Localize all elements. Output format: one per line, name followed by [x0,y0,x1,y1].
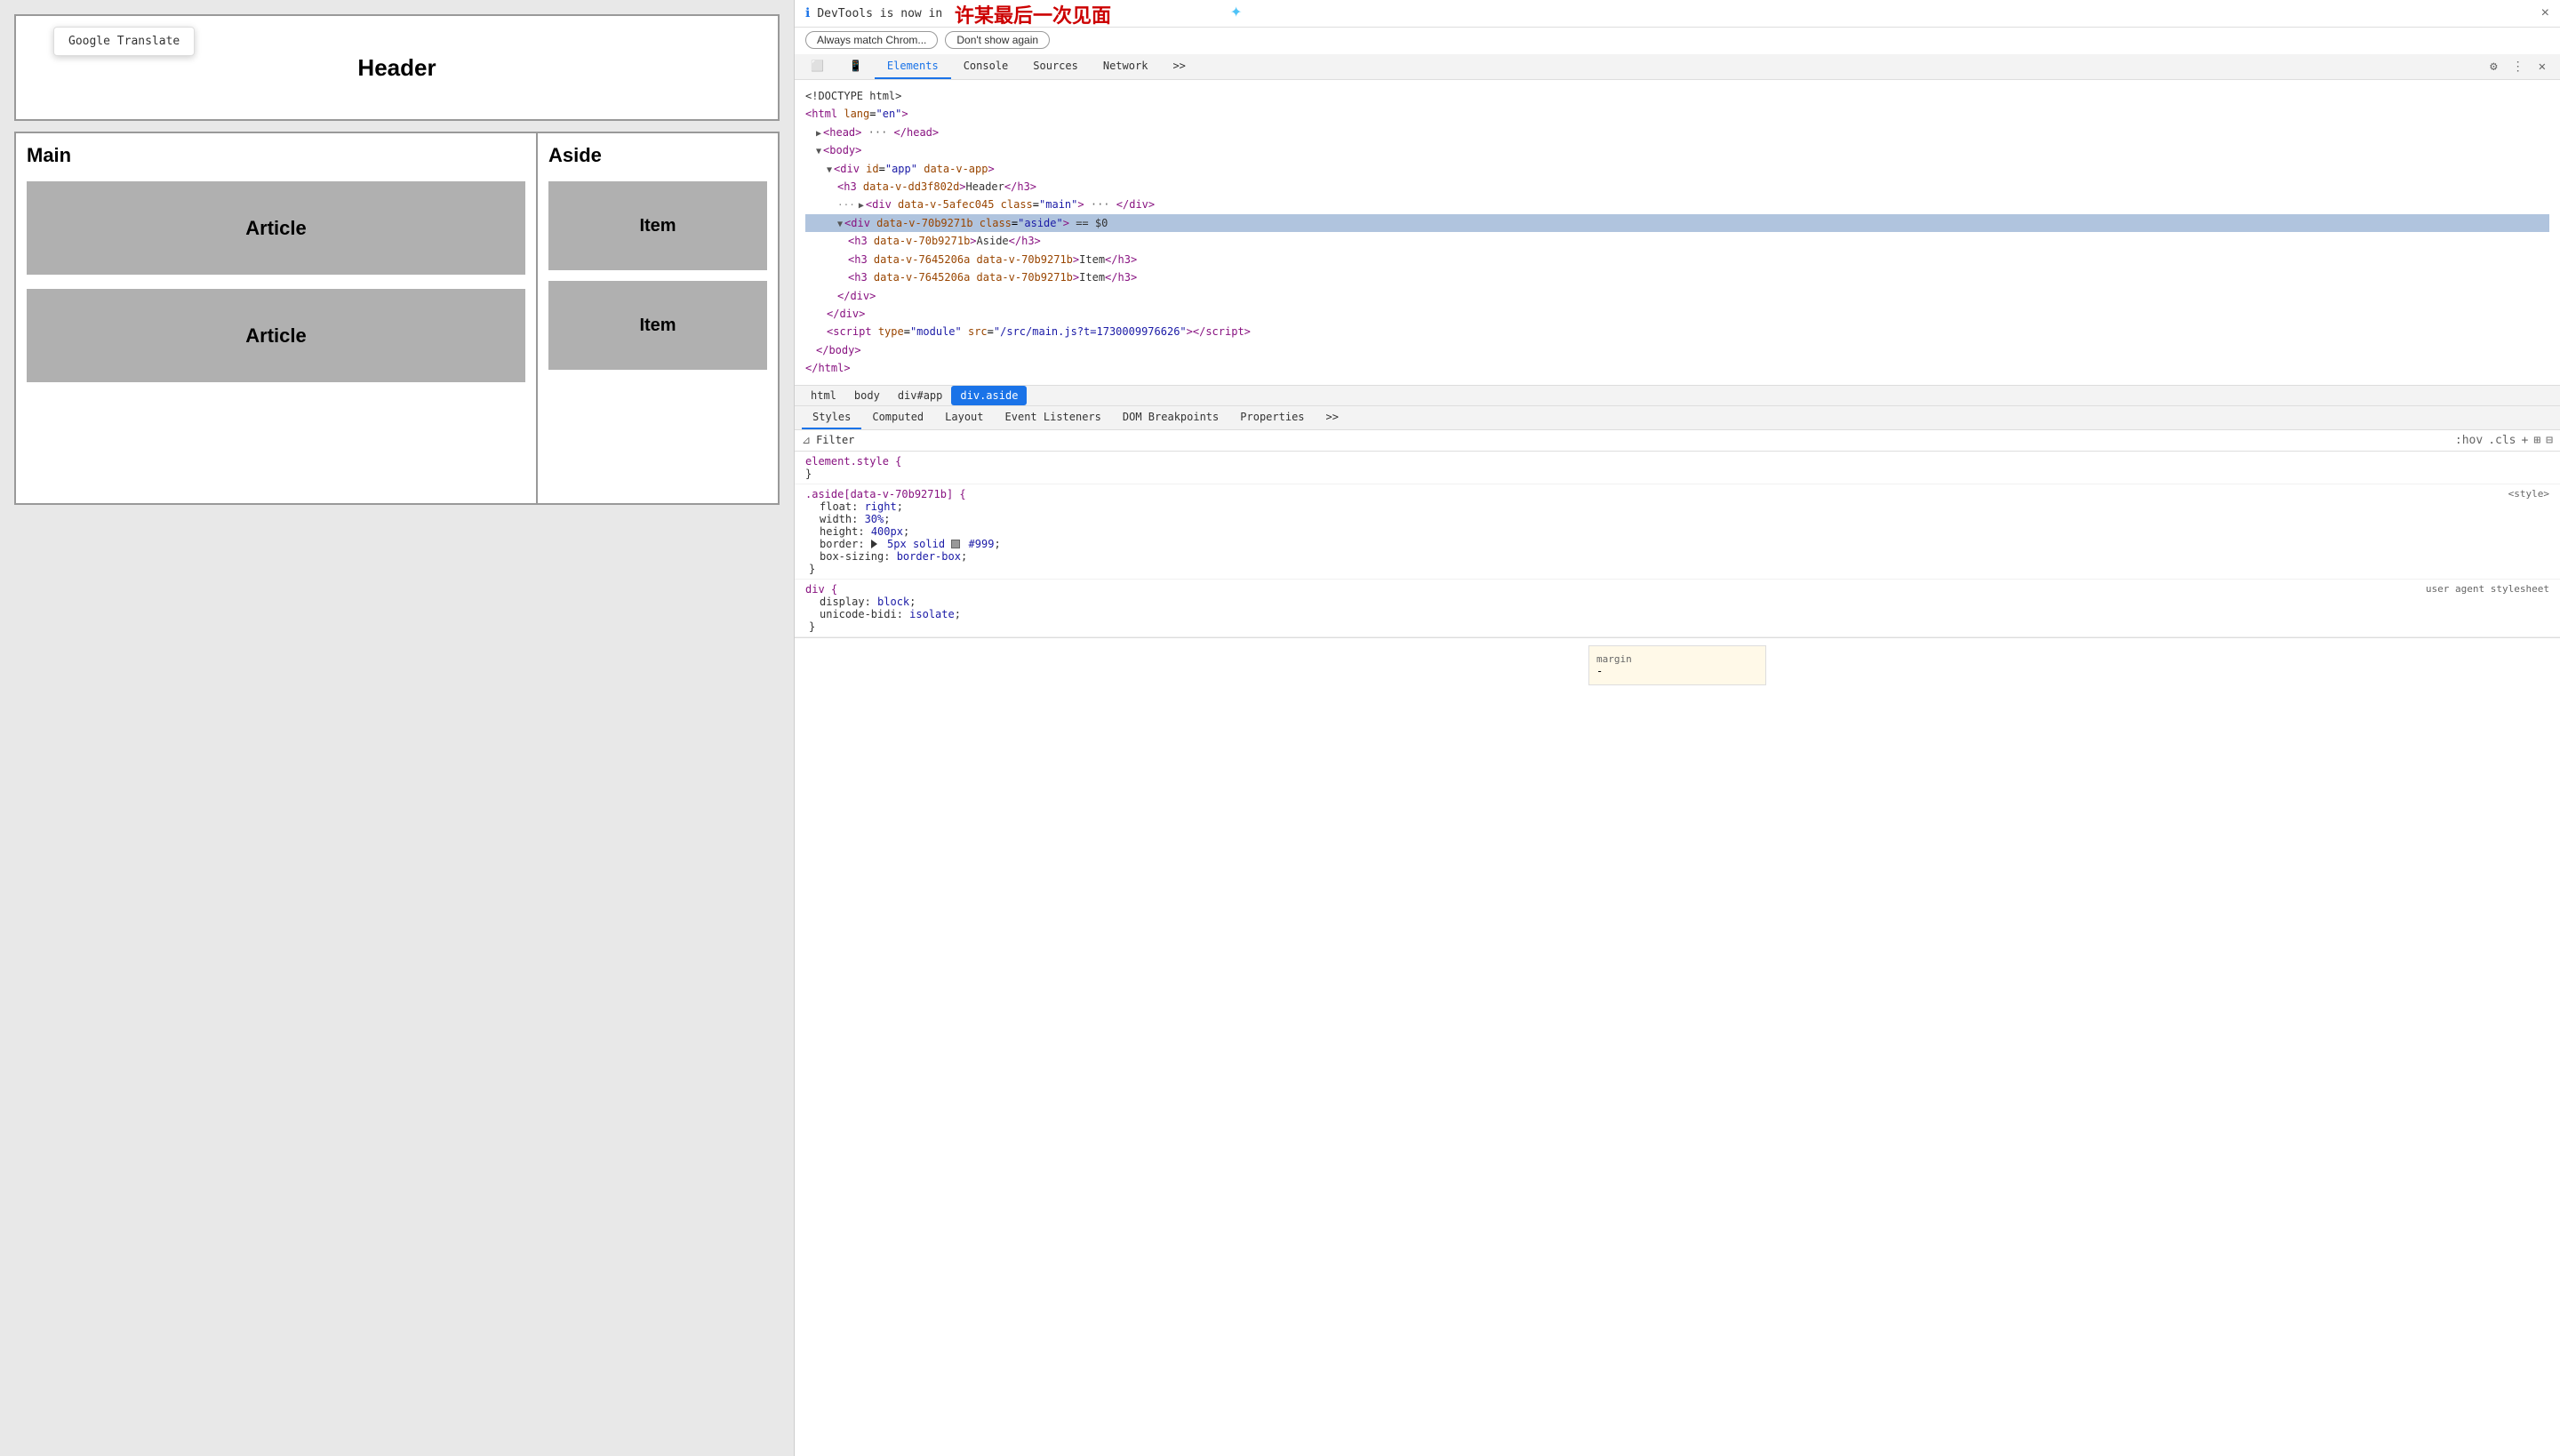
box-model-value: - [1596,665,1603,677]
tab-cursor[interactable]: ⬜ [798,54,836,79]
tree-html[interactable]: <html lang="en"> [805,105,2549,123]
notification-close-button[interactable]: × [2541,5,2549,21]
styles-tabs-bar: Styles Computed Layout Event Listeners D… [795,406,2560,430]
box-model-row: - [1596,665,1758,677]
box-model-container: margin - [1588,645,1766,685]
tree-html-close: </html> [805,359,2549,377]
preview-aside: Aside Item Item [538,133,778,503]
tree-h3-header[interactable]: <h3 data-v-dd3f802d>Header</h3> [805,178,2549,196]
breadcrumb-html[interactable]: html [802,386,845,405]
tree-h3-item1[interactable]: <h3 data-v-7645206a data-v-70b9271b>Item… [805,251,2549,268]
css-block-div: div { user agent stylesheet display: blo… [795,580,2560,637]
css-source-aside[interactable]: <style> [2508,488,2549,500]
css-source-ua: user agent stylesheet [2426,583,2549,595]
tree-h3-item2[interactable]: <h3 data-v-7645206a data-v-70b9271b>Item… [805,268,2549,286]
breadcrumb-div-aside[interactable]: div.aside [951,386,1027,405]
hov-button[interactable]: :hov [2455,434,2483,447]
preview-panel: Header Main Article Article Aside Item I… [0,0,794,1456]
tab-console[interactable]: Console [951,54,1021,79]
chinese-banner-text: 许某最后一次见面 [955,0,1111,28]
box-model-margin-label: margin [1596,653,1758,665]
preview-item-1: Item [548,181,767,270]
star-icon: ✦ [1230,0,1242,22]
tab-event-listeners[interactable]: Event Listeners [995,406,1112,429]
tab-dom-breakpoints[interactable]: DOM Breakpoints [1112,406,1229,429]
styles-panel: Styles Computed Layout Event Listeners D… [795,406,2560,1456]
tree-doctype: <!DOCTYPE html> [805,87,2549,105]
devtools-toolbar-icons: ⚙ ⋮ ✕ [2486,56,2556,77]
tree-h3-aside[interactable]: <h3 data-v-70b9271b>Aside</h3> [805,232,2549,250]
styles-filter-bar: ⊿ Filter :hov .cls + ⊞ ⊟ [795,430,2560,452]
color-swatch-border[interactable] [951,540,960,548]
css-prop-height[interactable]: height: 400px; [820,525,2549,538]
breadcrumb-bar: html body div#app div.aside [795,386,2560,406]
tab-layout[interactable]: Layout [934,406,994,429]
css-prop-unicode-bidi[interactable]: unicode-bidi: isolate; [820,608,2549,620]
tab-network[interactable]: Network [1091,54,1161,79]
always-match-button[interactable]: Always match Chrom... [805,31,938,49]
preview-main: Main Article Article [16,133,538,503]
tab-computed[interactable]: Computed [861,406,934,429]
tree-div-aside-close: </div> [805,287,2549,305]
css-selector-aside[interactable]: .aside[data-v-70b9271b] { [805,488,966,500]
tab-device[interactable]: 📱 [836,54,875,79]
preview-main-title: Main [27,144,525,167]
devtools-main-tabs: ⬜ 📱 Elements Console Sources Network >> … [795,54,2560,80]
devtools-notification: ℹ DevTools is now in 许某最后一次见面 ✦ × [795,0,2560,28]
tree-div-app[interactable]: ▼<div id="app" data-v-app> [805,160,2549,178]
tree-body-close: </body> [805,341,2549,359]
info-icon: ℹ [805,6,810,20]
breadcrumb-div-app[interactable]: div#app [889,386,952,405]
css-block-element-style: element.style { } [795,452,2560,484]
css-prop-float[interactable]: float: right; [820,500,2549,513]
preview-aside-title: Aside [548,144,767,167]
devtools-panel: ℹ DevTools is now in 许某最后一次见面 ✦ × Always… [794,0,2560,1456]
css-prop-width[interactable]: width: 30%; [820,513,2549,525]
tab-elements[interactable]: Elements [875,54,951,79]
tab-more[interactable]: >> [1160,54,1197,79]
cls-button[interactable]: .cls [2488,434,2516,447]
tab-properties[interactable]: Properties [1229,406,1315,429]
css-prop-display[interactable]: display: block; [820,596,2549,608]
filter-label: Filter [816,434,854,446]
preview-item-2: Item [548,281,767,370]
filter-funnel-icon: ⊿ [802,434,811,446]
preview-article-1: Article [27,181,525,275]
preview-article-2: Article [27,289,525,382]
preview-main-container: Main Article Article Aside Item Item [14,132,780,505]
expand-button[interactable]: ⊟ [2546,434,2553,447]
close-devtools-icon[interactable]: ✕ [2535,56,2549,77]
translate-buttons-row: Always match Chrom... Don't show again G… [795,28,2560,54]
settings-icon[interactable]: ⚙ [2486,56,2500,77]
tree-body[interactable]: ▼<body> [805,141,2549,159]
google-translate-popup: Google Translate [53,27,195,56]
tab-sources[interactable]: Sources [1020,54,1091,79]
html-tree: <!DOCTYPE html> <html lang="en"> ▶<head>… [795,80,2560,386]
css-selector-element-style[interactable]: element.style { [805,455,901,468]
breadcrumb-body[interactable]: body [845,386,889,405]
toggle-sidebar-button[interactable]: ⊞ [2533,434,2540,447]
tab-styles[interactable]: Styles [802,406,861,429]
add-style-button[interactable]: + [2522,434,2529,447]
box-model-area: margin - [795,637,2560,692]
tree-div-aside[interactable]: ▼<div data-v-70b9271b class="aside"> == … [805,214,2549,232]
dont-show-button[interactable]: Don't show again [945,31,1050,49]
css-selector-div[interactable]: div { [805,583,837,596]
tree-head[interactable]: ▶<head> ··· </head> [805,124,2549,141]
css-prop-box-sizing[interactable]: box-sizing: border-box; [820,550,2549,563]
tree-div-main[interactable]: ···▶<div data-v-5afec045 class="main"> ·… [805,196,2549,214]
tab-more-styles[interactable]: >> [1316,406,1349,429]
filter-input[interactable] [860,434,2449,446]
filter-icons: :hov .cls + ⊞ ⊟ [2455,434,2553,447]
css-prop-border[interactable]: border: 5px solid #999; [820,538,2549,550]
more-icon[interactable]: ⋮ [2508,56,2528,77]
tree-script[interactable]: <script type="module" src="/src/main.js?… [805,323,2549,340]
header-text: Header [357,54,436,82]
tree-div-app-close: </div> [805,305,2549,323]
css-block-aside: .aside[data-v-70b9271b] { <style> float:… [795,484,2560,580]
